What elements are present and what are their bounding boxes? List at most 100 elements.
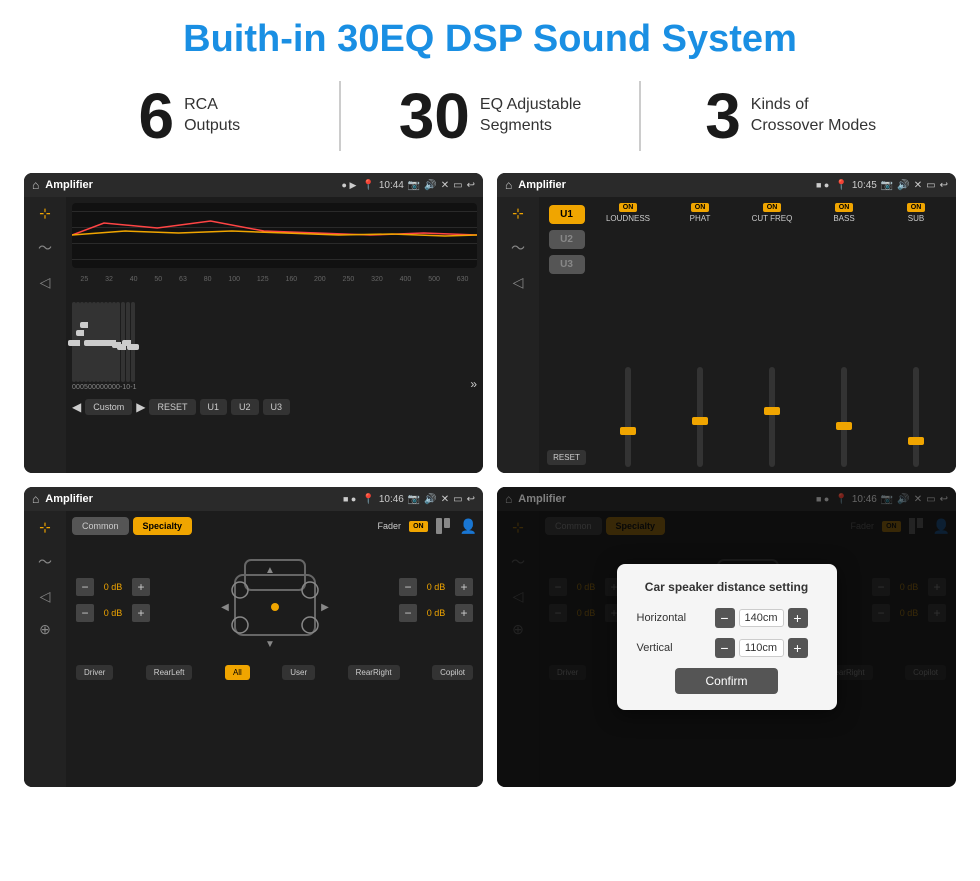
vol-minus-rr[interactable]: −: [399, 604, 417, 622]
close-icon-crossover[interactable]: ✕: [914, 180, 922, 191]
vol-minus-rl[interactable]: −: [76, 604, 94, 622]
vol-minus-fl[interactable]: −: [76, 578, 94, 596]
fader-sidebar-icon4[interactable]: ⊕: [39, 621, 51, 638]
back-icon-fader[interactable]: ↩: [467, 494, 475, 505]
dialog-vertical-plus[interactable]: +: [788, 638, 808, 658]
fader-bottom-row: Driver RearLeft All User RearRight Copil…: [72, 665, 477, 680]
camera-icon-fader: 📷: [408, 494, 420, 505]
sound-icon-fader: 🔊: [424, 494, 436, 505]
crossover-sidebar-icon1[interactable]: ⊹: [512, 205, 524, 222]
topbar-mode-crossover: ■ ●: [816, 180, 829, 190]
fader-label: Fader: [378, 521, 402, 531]
back-icon-eq[interactable]: ↩: [467, 180, 475, 191]
eq-label-12: 400: [400, 276, 412, 283]
loudness-slider-area[interactable]: [594, 225, 662, 467]
stat-number-eq: 30: [399, 84, 470, 148]
fader-sidebar-icon1[interactable]: ⊹: [39, 519, 51, 536]
topbar-dot1: ● ▶: [342, 180, 357, 191]
vol-minus-fr[interactable]: −: [399, 578, 417, 596]
eq-label-8: 160: [285, 276, 297, 283]
close-icon-eq[interactable]: ✕: [441, 180, 449, 191]
dialog-box: Car speaker distance setting Horizontal …: [617, 564, 837, 710]
screen-dialog: ⌂ Amplifier ■ ● 📍 10:46 📷 🔊 ✕ ▭ ↩ ⊹ 〜 ◁ …: [497, 487, 956, 787]
bass-name: BASS: [833, 214, 854, 223]
eq-u1-button[interactable]: U1: [200, 399, 228, 415]
eq-u2-button[interactable]: U2: [231, 399, 259, 415]
crossover-channels-area: ON LOUDNESS ON PHAT: [594, 197, 956, 473]
eq-sidebar-icon3[interactable]: ◁: [40, 274, 51, 291]
eq-label-3: 50: [154, 276, 162, 283]
dialog-vertical-label: Vertical: [637, 642, 707, 654]
eq-curve: [72, 203, 477, 268]
topbar-eq: ⌂ Amplifier ● ▶ 📍 10:44 📷 🔊 ✕ ▭ ↩: [24, 173, 483, 197]
sub-on-badge: ON: [907, 203, 926, 212]
dialog-vertical-row: Vertical − 110cm +: [637, 638, 817, 658]
dialog-horizontal-minus[interactable]: −: [715, 608, 735, 628]
close-icon-fader[interactable]: ✕: [441, 494, 449, 505]
cutfreq-slider-area[interactable]: [738, 225, 806, 467]
common-tab-button[interactable]: Common: [72, 517, 129, 535]
topbar-crossover: ⌂ Amplifier ■ ● 📍 10:45 📷 🔊 ✕ ▭ ↩: [497, 173, 956, 197]
eq-next-button[interactable]: ▶: [136, 400, 145, 414]
dialog-horizontal-row: Horizontal − 140cm +: [637, 608, 817, 628]
eq-sidebar-icon1[interactable]: ⊹: [39, 205, 51, 222]
dialog-horizontal-plus[interactable]: +: [788, 608, 808, 628]
home-icon-eq[interactable]: ⌂: [32, 178, 39, 192]
eq-slider-14[interactable]: -1: [130, 302, 136, 391]
stat-divider-2: [639, 81, 641, 151]
fader-sidebar-icon2[interactable]: 〜: [38, 552, 52, 572]
svg-text:▼: ▼: [265, 639, 275, 650]
crossover-reset-button[interactable]: RESET: [547, 450, 586, 465]
eq-main: 25 32 40 50 63 80 100 125 160 200 250 32…: [66, 197, 483, 473]
bass-slider-area[interactable]: [810, 225, 878, 467]
eq-label-6: 100: [228, 276, 240, 283]
all-button[interactable]: All: [225, 665, 250, 680]
eq-prev-button[interactable]: ◀: [72, 400, 81, 414]
confirm-button[interactable]: Confirm: [675, 668, 777, 694]
rearleft-button[interactable]: RearLeft: [146, 665, 193, 680]
rearright-button[interactable]: RearRight: [348, 665, 400, 680]
time-fader: 10:46: [379, 494, 404, 505]
u3-button[interactable]: U3: [549, 255, 585, 274]
stat-crossover: 3 Kinds of Crossover Modes: [661, 84, 920, 148]
eq-sidebar-icon2[interactable]: 〜: [38, 238, 52, 258]
vol-plus-fl[interactable]: +: [132, 578, 150, 596]
dialog-vertical-minus[interactable]: −: [715, 638, 735, 658]
back-icon-crossover[interactable]: ↩: [940, 180, 948, 191]
svg-text:▶: ▶: [321, 602, 329, 613]
phat-slider-area[interactable]: [666, 225, 734, 467]
eq-label-0: 25: [80, 276, 88, 283]
user-button[interactable]: User: [282, 665, 315, 680]
vol-value-fr: 0 dB: [421, 582, 451, 592]
eq-u3-button[interactable]: U3: [263, 399, 291, 415]
vol-plus-rl[interactable]: +: [132, 604, 150, 622]
stat-label-eq: EQ Adjustable Segments: [480, 95, 581, 137]
sub-slider-area[interactable]: [882, 225, 950, 467]
specialty-tab-button[interactable]: Specialty: [133, 517, 193, 535]
eq-reset-button[interactable]: RESET: [149, 399, 195, 415]
crossover-sidebar-icon2[interactable]: 〜: [511, 238, 525, 258]
minimize-icon-fader[interactable]: ▭: [453, 494, 462, 505]
vol-value-fl: 0 dB: [98, 582, 128, 592]
copilot-button[interactable]: Copilot: [432, 665, 473, 680]
vol-plus-rr[interactable]: +: [455, 604, 473, 622]
stat-divider-1: [339, 81, 341, 151]
dialog-horizontal-stepper: − 140cm +: [715, 608, 808, 628]
fader-sidebar-icon3[interactable]: ◁: [40, 588, 51, 605]
eq-preset-label[interactable]: Custom: [85, 399, 132, 415]
dialog-horizontal-value: 140cm: [739, 609, 784, 627]
u1-button[interactable]: U1: [549, 205, 585, 224]
channel-loudness: ON LOUDNESS: [594, 203, 662, 467]
crossover-sidebar-icon3[interactable]: ◁: [513, 274, 524, 291]
screen-eq: ⌂ Amplifier ● ▶ 📍 10:44 📷 🔊 ✕ ▭ ↩ ⊹ 〜 ◁: [24, 173, 483, 473]
home-icon-fader[interactable]: ⌂: [32, 492, 39, 506]
eq-layout: ⊹ 〜 ◁ 25: [24, 197, 483, 473]
home-icon-crossover[interactable]: ⌂: [505, 178, 512, 192]
u2-button[interactable]: U2: [549, 230, 585, 249]
vol-plus-fr[interactable]: +: [455, 578, 473, 596]
minimize-icon-crossover[interactable]: ▭: [926, 180, 935, 191]
screen-crossover: ⌂ Amplifier ■ ● 📍 10:45 📷 🔊 ✕ ▭ ↩ ⊹ 〜 ◁: [497, 173, 956, 473]
eq-next-icon[interactable]: »: [470, 377, 477, 391]
driver-button[interactable]: Driver: [76, 665, 113, 680]
minimize-icon-eq[interactable]: ▭: [453, 180, 462, 191]
